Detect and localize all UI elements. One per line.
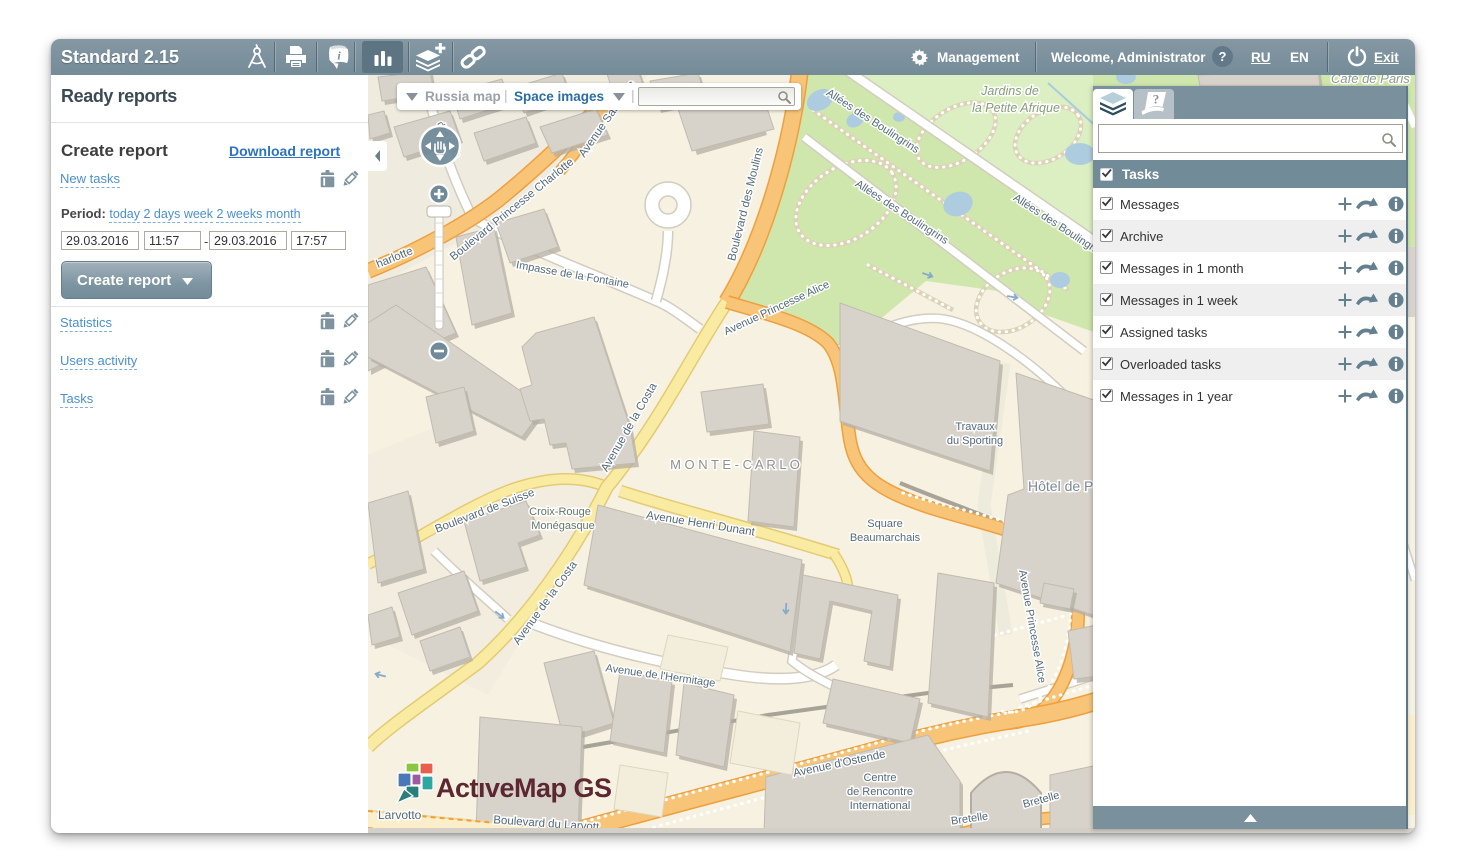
- svg-text:Jardins de: Jardins de: [980, 84, 1039, 98]
- svg-text:ActıveMap GS: ActıveMap GS: [436, 773, 612, 803]
- svg-text:M O N T E - C A R L O: M O N T E - C A R L O: [670, 457, 800, 472]
- svg-text:Café de Paris: Café de Paris: [1331, 75, 1410, 86]
- svg-text:du Sporting: du Sporting: [947, 435, 1003, 447]
- svg-text:de Rencontre: de Rencontre: [847, 786, 913, 798]
- svg-text:Beaumarchais: Beaumarchais: [850, 532, 921, 544]
- svg-text:Croix-Rouge: Croix-Rouge: [529, 506, 591, 518]
- svg-text:la Petite Afrique: la Petite Afrique: [972, 101, 1060, 115]
- svg-text:Travaux: Travaux: [955, 421, 995, 433]
- svg-text:Centre: Centre: [863, 772, 896, 784]
- svg-text:International: International: [850, 800, 911, 812]
- svg-text:Square: Square: [867, 518, 902, 530]
- svg-text:?: ?: [1153, 92, 1160, 107]
- svg-text:Larvotto: Larvotto: [378, 808, 422, 822]
- svg-text:Monégasque: Monégasque: [531, 520, 595, 532]
